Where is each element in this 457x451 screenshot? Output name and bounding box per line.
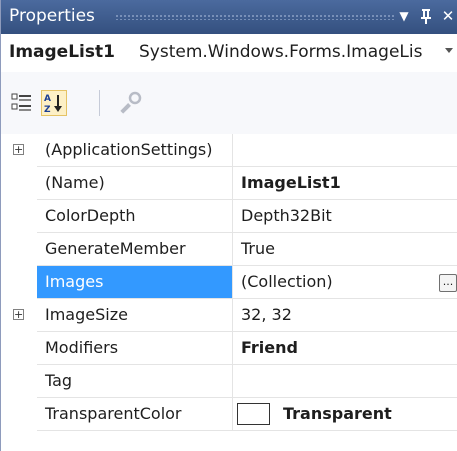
- property-pages-button[interactable]: [119, 90, 145, 116]
- property-name[interactable]: (Name): [37, 167, 233, 200]
- property-row-images[interactable]: Images (Collection) ...: [1, 266, 457, 299]
- property-value[interactable]: Depth32Bit: [233, 200, 457, 233]
- property-name[interactable]: (ApplicationSettings): [37, 134, 233, 167]
- property-row-transparentcolor[interactable]: TransparentColor Transparent: [1, 398, 457, 431]
- property-value[interactable]: Friend: [233, 332, 457, 365]
- property-name[interactable]: ColorDepth: [37, 200, 233, 233]
- property-row-generatemember[interactable]: GenerateMember True: [1, 233, 457, 266]
- expand-icon[interactable]: +: [13, 144, 24, 155]
- property-name[interactable]: Modifiers: [37, 332, 233, 365]
- property-name[interactable]: ImageSize: [37, 299, 233, 332]
- ellipsis-button[interactable]: ...: [439, 274, 457, 292]
- toolbar-separator: [99, 90, 100, 116]
- property-row-applicationsettings[interactable]: + (ApplicationSettings): [1, 134, 457, 167]
- property-value[interactable]: 32, 32: [233, 299, 457, 332]
- property-name[interactable]: Tag: [37, 365, 233, 398]
- property-name[interactable]: Images: [37, 266, 233, 299]
- alphabetical-icon: A Z: [44, 94, 62, 115]
- wrench-icon: [120, 91, 142, 114]
- property-row-tag[interactable]: Tag: [1, 365, 457, 398]
- property-value[interactable]: ImageList1: [233, 167, 457, 200]
- categorized-icon: [11, 93, 31, 111]
- auto-hide-pin-icon[interactable]: [415, 4, 437, 28]
- property-row-modifiers[interactable]: Modifiers Friend: [1, 332, 457, 365]
- property-value[interactable]: [233, 365, 457, 398]
- property-name[interactable]: GenerateMember: [37, 233, 233, 266]
- property-name[interactable]: TransparentColor: [37, 398, 233, 431]
- chevron-down-icon[interactable]: [445, 48, 453, 53]
- object-selector[interactable]: ImageList1 System.Windows.Forms.ImageLis: [1, 34, 457, 73]
- expand-icon[interactable]: +: [13, 309, 24, 320]
- property-value[interactable]: (Collection): [233, 266, 457, 299]
- svg-text:A: A: [44, 94, 51, 104]
- close-icon[interactable]: ✕: [437, 4, 457, 28]
- title-bar[interactable]: Properties ▼ ✕: [1, 0, 457, 34]
- window-position-dropdown-icon[interactable]: ▼: [393, 4, 415, 28]
- categorized-button[interactable]: [9, 90, 35, 116]
- property-value[interactable]: [233, 134, 457, 167]
- drag-grip[interactable]: [115, 14, 395, 20]
- selected-object-type: System.Windows.Forms.ImageLis: [139, 42, 423, 62]
- window-title: Properties: [9, 6, 95, 26]
- properties-toolbar: A Z: [1, 72, 457, 134]
- properties-window: Properties ▼ ✕ ImageList1 System.Windows…: [0, 0, 457, 451]
- property-row-name[interactable]: (Name) ImageList1: [1, 167, 457, 200]
- property-row-imagesize[interactable]: + ImageSize 32, 32: [1, 299, 457, 332]
- property-row-colordepth[interactable]: ColorDepth Depth32Bit: [1, 200, 457, 233]
- alphabetical-button[interactable]: A Z: [41, 90, 67, 116]
- svg-text:Z: Z: [44, 105, 51, 115]
- selected-object-name: ImageList1: [9, 42, 115, 62]
- property-value[interactable]: True: [233, 233, 457, 266]
- color-swatch: [237, 403, 270, 425]
